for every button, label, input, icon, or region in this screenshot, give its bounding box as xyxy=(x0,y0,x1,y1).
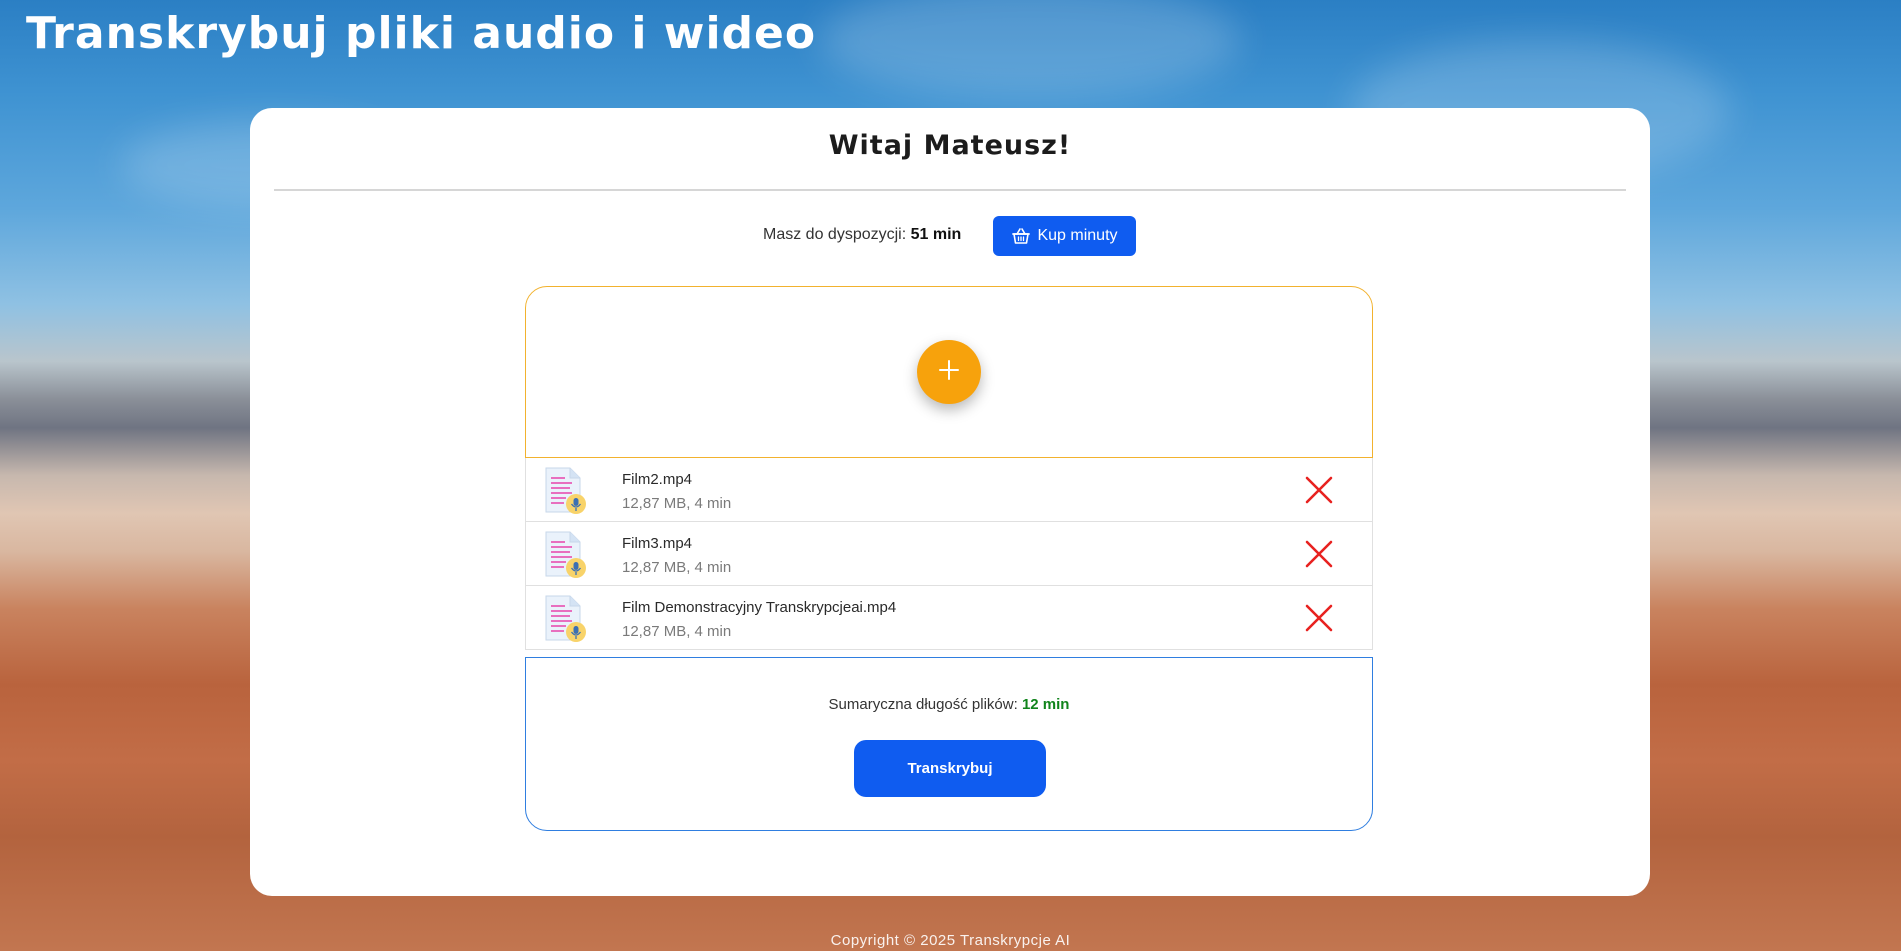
minutes-label: Masz do dyspozycji: xyxy=(763,226,907,243)
close-icon xyxy=(1303,476,1335,510)
remove-file-button[interactable] xyxy=(1303,538,1335,570)
divider xyxy=(274,189,1626,191)
background-cloud xyxy=(820,0,1240,100)
file-list: Film2.mp4 12,87 MB, 4 min Film3.mp4 12,8… xyxy=(525,458,1373,650)
file-row: Film2.mp4 12,87 MB, 4 min xyxy=(525,458,1373,522)
file-row: Film3.mp4 12,87 MB, 4 min xyxy=(525,522,1373,586)
total-duration-value: 12 min xyxy=(1021,696,1070,713)
summary-box: Sumaryczna długość plików: 12 min Transk… xyxy=(525,657,1373,831)
basket-icon xyxy=(1011,226,1031,246)
transcribe-button[interactable]: Transkrybuj xyxy=(854,740,1046,797)
file-name: Film Demonstracyjny Transkrypcjeai.mp4 xyxy=(622,599,897,616)
plus-icon xyxy=(937,358,961,387)
file-meta: 12,87 MB, 4 min xyxy=(622,559,732,576)
file-meta: 12,87 MB, 4 min xyxy=(622,495,732,512)
close-icon xyxy=(1303,604,1335,638)
file-name: Film2.mp4 xyxy=(622,471,693,488)
page-title: Transkrybuj pliki audio i wideo xyxy=(26,8,817,59)
main-card: Witaj Mateusz! Masz do dyspozycji: 51 mi… xyxy=(250,108,1650,896)
greeting-heading: Witaj Mateusz! xyxy=(828,130,1072,161)
minutes-row: Masz do dyspozycji: 51 min Kup minuty xyxy=(250,216,1650,256)
audio-file-icon xyxy=(542,530,588,580)
audio-file-icon xyxy=(542,466,588,516)
total-duration-label: Sumaryczna długość plików: xyxy=(828,696,1018,713)
buy-minutes-label: Kup minuty xyxy=(1037,227,1118,244)
file-name: Film3.mp4 xyxy=(622,535,693,552)
file-row: Film Demonstracyjny Transkrypcjeai.mp4 1… xyxy=(525,586,1373,650)
remove-file-button[interactable] xyxy=(1303,474,1335,506)
close-icon xyxy=(1303,540,1335,574)
file-meta: 12,87 MB, 4 min xyxy=(622,623,732,640)
audio-file-icon xyxy=(542,594,588,644)
minutes-available: Masz do dyspozycji: 51 min xyxy=(763,226,961,244)
buy-minutes-button[interactable]: Kup minuty xyxy=(993,216,1136,256)
remove-file-button[interactable] xyxy=(1303,602,1335,634)
copyright-text: Copyright © 2025 Transkrypcje AI xyxy=(830,932,1071,949)
add-file-button[interactable] xyxy=(917,340,981,404)
minutes-value: 51 min xyxy=(910,226,962,243)
upload-dropzone[interactable] xyxy=(525,286,1373,458)
total-duration: Sumaryczna długość plików: 12 min xyxy=(526,696,1372,713)
